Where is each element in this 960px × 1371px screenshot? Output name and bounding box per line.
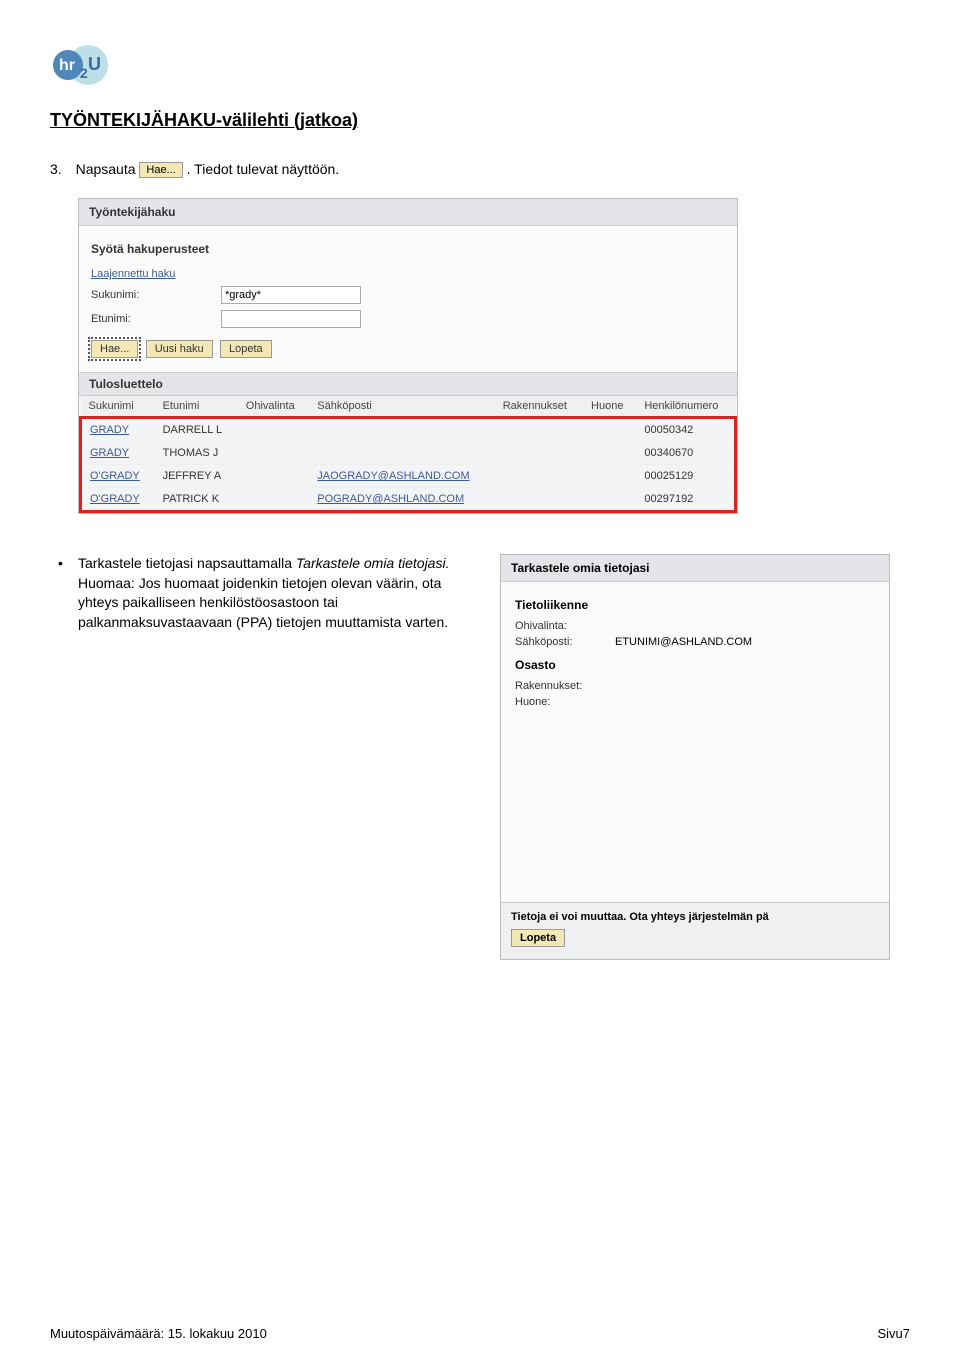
cell-first: JEFFREY A <box>155 465 238 488</box>
step-instruction: 3. Napsauta Hae... . Tiedot tulevat näyt… <box>50 161 910 178</box>
button-bar: Hae... Uusi haku Lopeta <box>91 340 725 358</box>
highlighted-rows: GRADY DARRELL L 00050342 GRADY THOMAS J … <box>81 418 736 512</box>
cell-room <box>583 418 636 442</box>
readonly-message: Tietoja ei voi muuttaa. Ota yhteys järje… <box>511 911 879 923</box>
cell-num: 00050342 <box>636 418 735 442</box>
lastname-input[interactable] <box>221 286 361 304</box>
advanced-search-link[interactable]: Laajennettu haku <box>91 268 175 280</box>
svg-text:2: 2 <box>80 65 88 81</box>
inline-hae-button-graphic: Hae... <box>139 162 182 178</box>
results-heading: Tulosluettelo <box>79 372 737 396</box>
hae-button[interactable]: Hae... <box>91 340 138 358</box>
hr2u-logo: hr 2 U <box>50 40 110 90</box>
cell-room <box>583 488 636 512</box>
col-huone: Huone <box>583 396 636 418</box>
email-label: Sähköposti: <box>515 636 615 648</box>
cell-num: 00340670 <box>636 442 735 465</box>
step-text-after: . Tiedot tulevat näyttöön. <box>187 161 340 177</box>
table-row: O'GRADY PATRICK K POGRADY@ASHLAND.COM 00… <box>81 488 736 512</box>
bullet-italic: Tarkastele omia tietojasi. <box>296 555 450 571</box>
firstname-input[interactable] <box>221 310 361 328</box>
table-row: GRADY THOMAS J 00340670 <box>81 442 736 465</box>
cell-bld <box>495 442 583 465</box>
cell-first: DARRELL L <box>155 418 238 442</box>
cell-dial <box>238 418 310 442</box>
lastname-label: Sukunimi: <box>91 289 221 301</box>
svg-text:U: U <box>88 54 101 74</box>
room-label: Huone: <box>515 696 615 708</box>
cell-first: PATRICK K <box>155 488 238 512</box>
table-row: O'GRADY JEFFREY A JAOGRADY@ASHLAND.COM 0… <box>81 465 736 488</box>
cell-email <box>309 418 494 442</box>
bullet-part1: Tarkastele tietojasi napsauttamalla <box>78 555 296 571</box>
lastname-link[interactable]: GRADY <box>90 447 129 459</box>
col-etunimi: Etunimi <box>155 396 238 418</box>
cell-room <box>583 442 636 465</box>
lastname-link[interactable]: GRADY <box>90 424 129 436</box>
uusi-haku-button[interactable]: Uusi haku <box>146 340 213 358</box>
email-value: ETUNIMI@ASHLAND.COM <box>615 636 752 648</box>
col-rakennukset: Rakennukset <box>495 396 583 418</box>
footer-left: Muutospäivämäärä: 15. lokakuu 2010 <box>50 1326 267 1341</box>
firstname-row: Etunimi: <box>91 310 725 328</box>
two-column-block: Tarkastele tietojasi napsauttamalla Tark… <box>50 554 910 960</box>
panel-title-2: Tarkastele omia tietojasi <box>501 555 889 582</box>
page-title: TYÖNTEKIJÄHAKU-välilehti (jatkoa) <box>50 110 910 131</box>
email-link[interactable]: JAOGRADY@ASHLAND.COM <box>317 470 469 482</box>
email-link[interactable]: POGRADY@ASHLAND.COM <box>317 493 464 505</box>
lastname-link[interactable]: O'GRADY <box>90 470 140 482</box>
bld-label: Rakennukset: <box>515 680 615 692</box>
svg-text:hr: hr <box>59 57 75 74</box>
sub-heading-dept: Osasto <box>515 658 875 672</box>
col-ohivalinta: Ohivalinta <box>238 396 310 418</box>
table-row: GRADY DARRELL L 00050342 <box>81 418 736 442</box>
criteria-heading: Syötä hakuperusteet <box>91 242 725 256</box>
firstname-label: Etunimi: <box>91 313 221 325</box>
col-henkilonumero: Henkilönumero <box>636 396 735 418</box>
step-text-before: Napsauta <box>76 161 140 177</box>
cell-bld <box>495 488 583 512</box>
lastname-link[interactable]: O'GRADY <box>90 493 140 505</box>
document-page: hr 2 U TYÖNTEKIJÄHAKU-välilehti (jatkoa)… <box>0 0 960 1020</box>
cell-dial <box>238 442 310 465</box>
employee-search-screenshot: Työntekijähaku Syötä hakuperusteet Laaje… <box>78 198 738 514</box>
lopeta-button[interactable]: Lopeta <box>220 340 272 358</box>
bullet-text: Tarkastele tietojasi napsauttamalla Tark… <box>50 554 480 632</box>
lastname-row: Sukunimi: <box>91 286 725 304</box>
cell-first: THOMAS J <box>155 442 238 465</box>
results-table: Sukunimi Etunimi Ohivalinta Sähköposti R… <box>79 396 737 513</box>
own-details-screenshot: Tarkastele omia tietojasi Tietoliikenne … <box>500 554 890 960</box>
step-number: 3. <box>50 161 62 177</box>
col-sahkoposti: Sähköposti <box>309 396 494 418</box>
panel-title: Työntekijähaku <box>79 199 737 226</box>
bullet-part2: Huomaa: Jos huomaat joidenkin tietojen o… <box>78 575 448 630</box>
cell-dial <box>238 465 310 488</box>
cell-dial <box>238 488 310 512</box>
col-sukunimi: Sukunimi <box>81 396 155 418</box>
cell-bld <box>495 465 583 488</box>
cell-room <box>583 465 636 488</box>
dial-label: Ohivalinta: <box>515 620 615 632</box>
readonly-message-block: Tietoja ei voi muuttaa. Ota yhteys järje… <box>501 902 889 959</box>
sub-heading-comm: Tietoliikenne <box>515 598 875 612</box>
page-footer: Muutospäivämäärä: 15. lokakuu 2010 Sivu7 <box>50 1326 910 1341</box>
cell-num: 00025129 <box>636 465 735 488</box>
cell-num: 00297192 <box>636 488 735 512</box>
cell-email <box>309 442 494 465</box>
lopeta-button-2[interactable]: Lopeta <box>511 929 565 947</box>
footer-right: Sivu7 <box>877 1326 910 1341</box>
cell-bld <box>495 418 583 442</box>
